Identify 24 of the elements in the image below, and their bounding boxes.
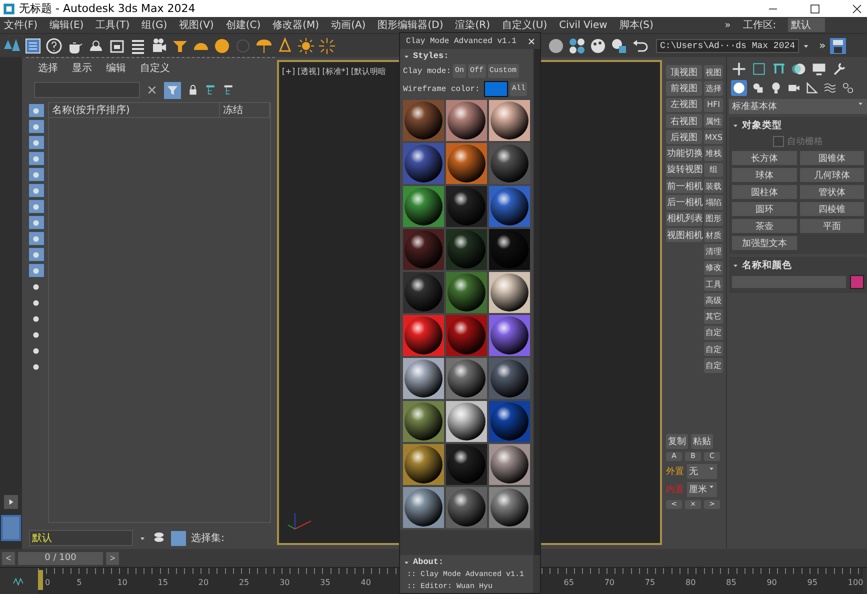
- timeline-tick-label: 80: [688, 577, 697, 589]
- timeline-tick-label: 100: [850, 577, 864, 589]
- timeline-tick-label: 90: [768, 577, 778, 589]
- timeline-tick-label: 85: [728, 577, 738, 589]
- timeline-tick-label: 65: [566, 577, 575, 589]
- timeline-tick-label: 25: [240, 577, 250, 589]
- timeline-tick-label: 70: [606, 577, 616, 589]
- dialog-title: Clay Mode Advanced v1.1: [406, 36, 516, 46]
- timeline-tick-label: 40: [362, 577, 372, 589]
- timeline-tick-label: 15: [160, 577, 169, 589]
- timeline-tick-label: 75: [646, 577, 656, 589]
- timeline-tick-label: 20: [200, 577, 210, 589]
- clay-mode-label: Clay mode:: [403, 66, 452, 76]
- wireframe-color-label: Wireframe color:: [403, 84, 480, 94]
- timeline-tick-label: 5: [78, 577, 83, 589]
- timeline-tick-label: 30: [282, 577, 291, 589]
- workspace-label: 工作区:: [742, 19, 776, 32]
- timeline-tick-label: 35: [322, 577, 332, 589]
- window-title: 无标题 - Autodesk 3ds Max 2024: [19, 1, 196, 16]
- timeline-tick-label: 95: [809, 577, 818, 589]
- unit-label: 外置: [666, 466, 684, 478]
- unit-label: 内置: [666, 484, 684, 496]
- selection-set-label: 选择集:: [191, 532, 224, 545]
- timeline-tick-label: 10: [119, 577, 128, 589]
